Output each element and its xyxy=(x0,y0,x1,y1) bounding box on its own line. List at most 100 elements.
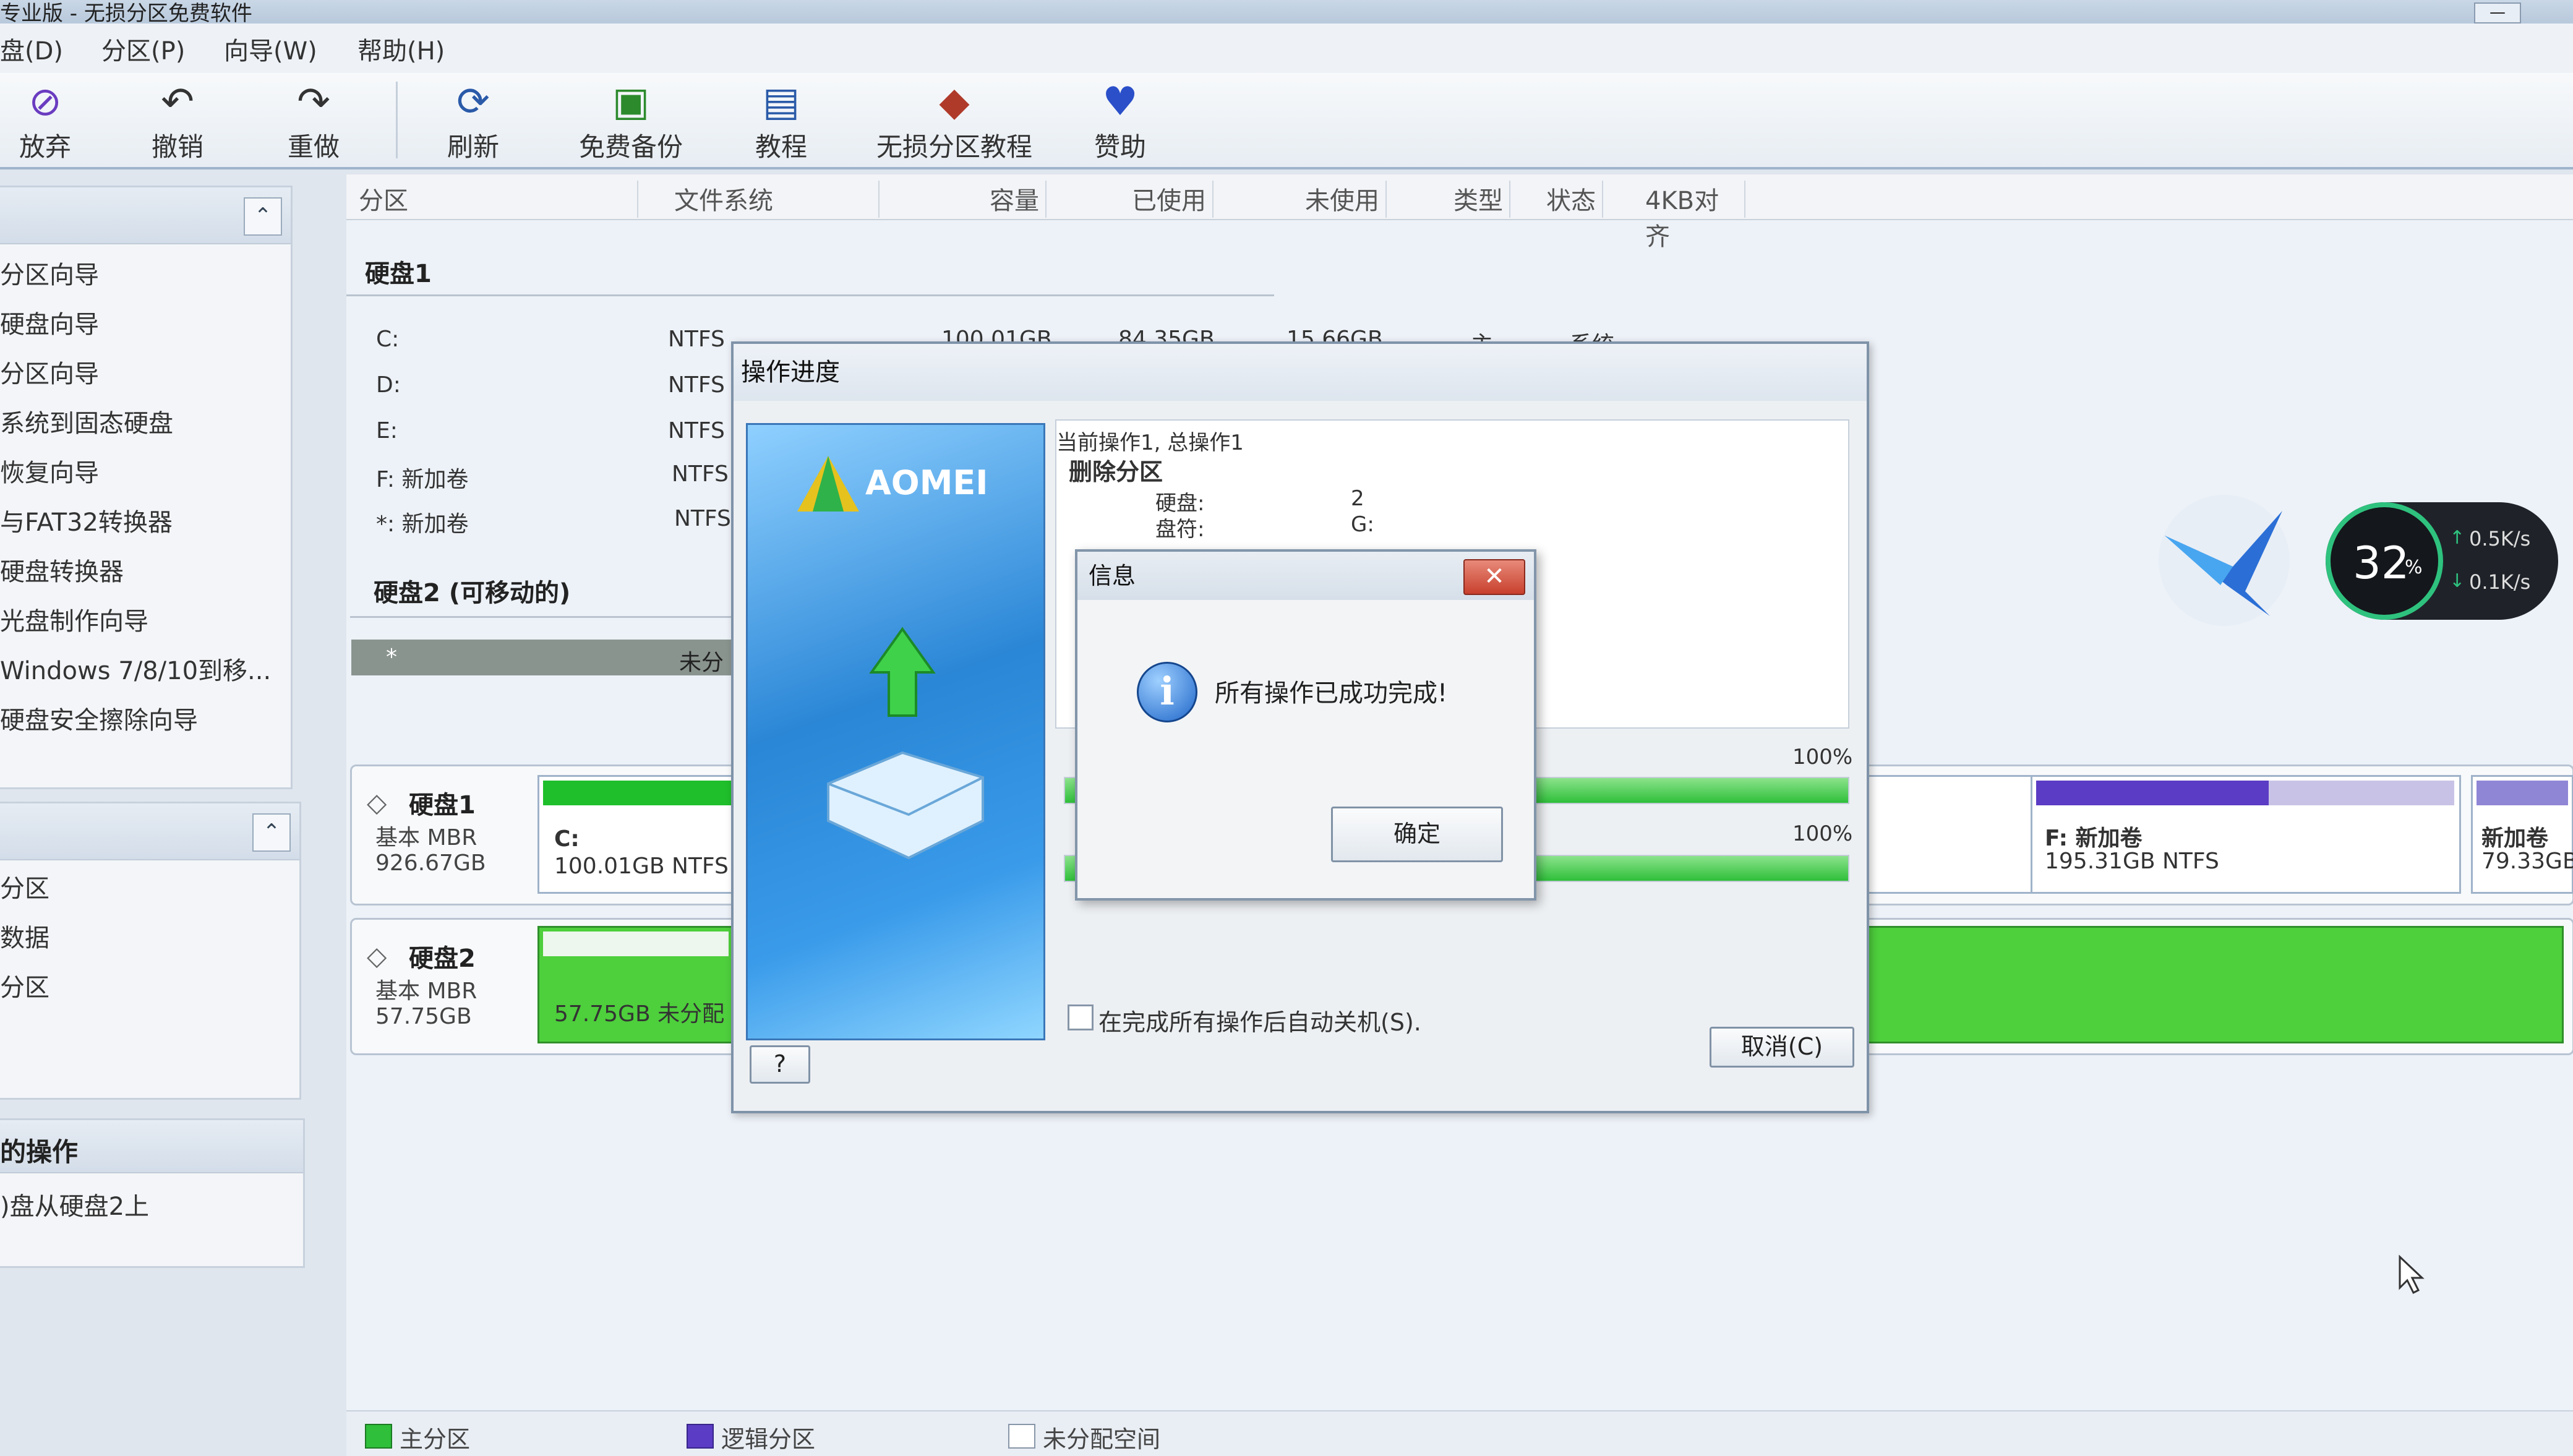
drive-download-icon xyxy=(827,627,984,860)
partition-op-item[interactable]: 分区 xyxy=(0,864,299,914)
wizard-item[interactable]: Windows 7/8/10到移... xyxy=(0,646,291,696)
partition-label: 新加卷 xyxy=(2481,826,2549,851)
row-fs: NTFS xyxy=(668,418,725,443)
col-partition[interactable]: 分区 xyxy=(359,181,638,218)
tutorial-button[interactable]: ▤ 教程 xyxy=(747,82,815,164)
gauge-unit: % xyxy=(2405,557,2423,578)
wizard-item[interactable]: 光盘制作向导 xyxy=(0,597,291,646)
wizard-item[interactable]: 硬盘向导 xyxy=(0,300,291,349)
undo-button[interactable]: ↶ 撤销 xyxy=(143,82,212,164)
wizard-item[interactable]: 硬盘安全擦除向导 xyxy=(0,696,291,745)
row-fs: NTFS xyxy=(672,461,729,487)
collapse-wizard-panel-button[interactable]: ⌃ xyxy=(244,197,282,236)
download-arrow-icon: ↓ xyxy=(2449,570,2465,592)
aomei-logo-icon xyxy=(797,456,859,512)
cancel-label: 取消(C) xyxy=(1740,1033,1823,1060)
sponsor-label: 赞助 xyxy=(1094,132,1146,162)
legend-primary: 主分区 xyxy=(400,1426,471,1453)
bird-logo-icon[interactable] xyxy=(2146,492,2302,628)
col-capacity[interactable]: 容量 xyxy=(971,181,1047,218)
help-button[interactable]: ? xyxy=(750,1045,810,1084)
discard-label: 放弃 xyxy=(19,132,71,162)
wizard-panel-header: ⌃ xyxy=(0,187,291,244)
menu-wizard[interactable]: 向导(W) xyxy=(224,31,317,67)
col-filesystem[interactable]: 文件系统 xyxy=(674,181,880,218)
info-icon: i xyxy=(1137,662,1197,722)
col-used[interactable]: 已使用 xyxy=(1120,181,1214,218)
partition-op-item[interactable]: 分区 xyxy=(0,963,299,1013)
row-name: * xyxy=(386,644,397,670)
discard-icon: ⊘ xyxy=(28,79,62,125)
column-header: 分区 文件系统 容量 已使用 未使用 类型 状态 4KB对齐 xyxy=(346,174,2573,251)
undo-icon: ↶ xyxy=(161,79,194,125)
disk-value: 2 xyxy=(1351,486,1364,511)
partition-tutorial-button[interactable]: ◆ 无损分区教程 xyxy=(873,82,1035,164)
backup-button[interactable]: ▣ 免费备份 xyxy=(569,82,693,164)
divider xyxy=(346,294,1274,296)
legend-unallocated: 未分配空间 xyxy=(1043,1426,1161,1453)
toolbar-separator xyxy=(396,82,398,158)
refresh-button[interactable]: ⟳ 刷新 xyxy=(439,82,507,164)
minimize-button[interactable]: — xyxy=(2474,2,2521,24)
ok-button[interactable]: 确定 xyxy=(1331,807,1503,862)
tutorial-label: 教程 xyxy=(755,132,807,162)
disk1-map-size: 926.67GB xyxy=(375,850,486,876)
partition-block-f[interactable]: F: 新加卷 195.31GB NTFS xyxy=(2031,775,2461,894)
aomei-brand-text: AOMEI xyxy=(865,463,988,502)
close-icon[interactable]: ✕ xyxy=(1463,559,1525,595)
table-row-selected[interactable]: * 未分 xyxy=(351,640,747,675)
pending-op-item[interactable]: )盘从硬盘2上 xyxy=(0,1182,303,1231)
usage-bar xyxy=(2477,781,2568,805)
disk-icon: ◇ xyxy=(367,787,387,818)
logical-legend-swatch xyxy=(687,1424,714,1449)
menu-partition[interactable]: 分区(P) xyxy=(101,31,185,67)
redo-button[interactable]: ↷ 重做 xyxy=(280,82,348,164)
partition-label: F: 新加卷 xyxy=(2045,826,2143,851)
sponsor-button[interactable]: ♥ 赞助 xyxy=(1086,82,1154,164)
col-4k[interactable]: 4KB对齐 xyxy=(1645,181,1745,251)
backup-icon: ▣ xyxy=(612,79,650,125)
wizard-item[interactable]: 硬盘转换器 xyxy=(0,547,291,597)
progress2-percent: 100% xyxy=(1792,821,1853,846)
menu-help[interactable]: 帮助(H) xyxy=(357,31,445,67)
auto-shutdown-checkbox[interactable] xyxy=(1068,1004,1094,1030)
title-bar: 专业版 - 无损分区免费软件 — xyxy=(0,0,2573,26)
partition-op-item[interactable]: 数据 xyxy=(0,914,299,963)
partition-block-new[interactable]: 新加卷 79.33GB xyxy=(2471,775,2573,894)
unallocated-bar xyxy=(543,931,729,956)
row-fs: NTFS xyxy=(668,327,725,352)
heart-icon: ♥ xyxy=(1102,79,1138,125)
tutorial-icon: ▤ xyxy=(762,79,800,125)
collapse-partition-ops-button[interactable]: ⌃ xyxy=(252,813,291,852)
discard-button[interactable]: ⊘ 放弃 xyxy=(11,82,79,164)
pending-ops-panel: 的操作 )盘从硬盘2上 xyxy=(0,1118,305,1268)
col-type[interactable]: 类型 xyxy=(1441,181,1510,218)
progress-dialog-title: 操作进度 xyxy=(741,358,840,387)
operation-name: 删除分区 xyxy=(1069,458,1163,486)
wizard-item[interactable]: 恢复向导 xyxy=(0,448,291,498)
disk1-map-type: 基本 MBR xyxy=(375,825,477,850)
wizard-panel: ⌃ 分区向导 硬盘向导 分区向导 系统到固态硬盘 恢复向导 与FAT32转换器 … xyxy=(0,186,293,789)
legend-logical: 逻辑分区 xyxy=(721,1426,816,1453)
progress-dialog-titlebar: 操作进度 xyxy=(734,344,1867,401)
row-name: *: 新加卷 xyxy=(376,512,469,537)
info-dialog-title: 信息 xyxy=(1089,562,1136,589)
wizard-item[interactable]: 系统到固态硬盘 xyxy=(0,399,291,448)
cancel-button[interactable]: 取消(C) xyxy=(1710,1027,1854,1068)
wizard-item[interactable]: 与FAT32转换器 xyxy=(0,498,291,547)
wizard-item[interactable]: 分区向导 xyxy=(0,251,291,300)
wizard-item[interactable]: 分区向导 xyxy=(0,349,291,399)
legend-bar: 主分区 逻辑分区 未分配空间 xyxy=(346,1410,2573,1456)
row-fs: 未分 xyxy=(679,650,724,675)
menu-disk[interactable]: 盘(D) xyxy=(0,31,63,67)
network-speed-widget[interactable]: 32 % ↑ 0.5K/s ↓ 0.1K/s xyxy=(2326,502,2558,620)
disk2-label: 硬盘2 (可移动的) xyxy=(374,579,571,607)
row-fs: NTFS xyxy=(674,506,731,531)
col-free[interactable]: 未使用 xyxy=(1262,181,1387,218)
col-status[interactable]: 状态 xyxy=(1546,181,1603,218)
partition-label: C: xyxy=(554,826,580,852)
partition-tutorial-icon: ◆ xyxy=(939,79,970,125)
auto-shutdown-label: 在完成所有操作后自动关机(S). xyxy=(1098,1009,1421,1036)
row-name: E: xyxy=(376,418,398,443)
disk-icon: ◇ xyxy=(367,941,387,971)
